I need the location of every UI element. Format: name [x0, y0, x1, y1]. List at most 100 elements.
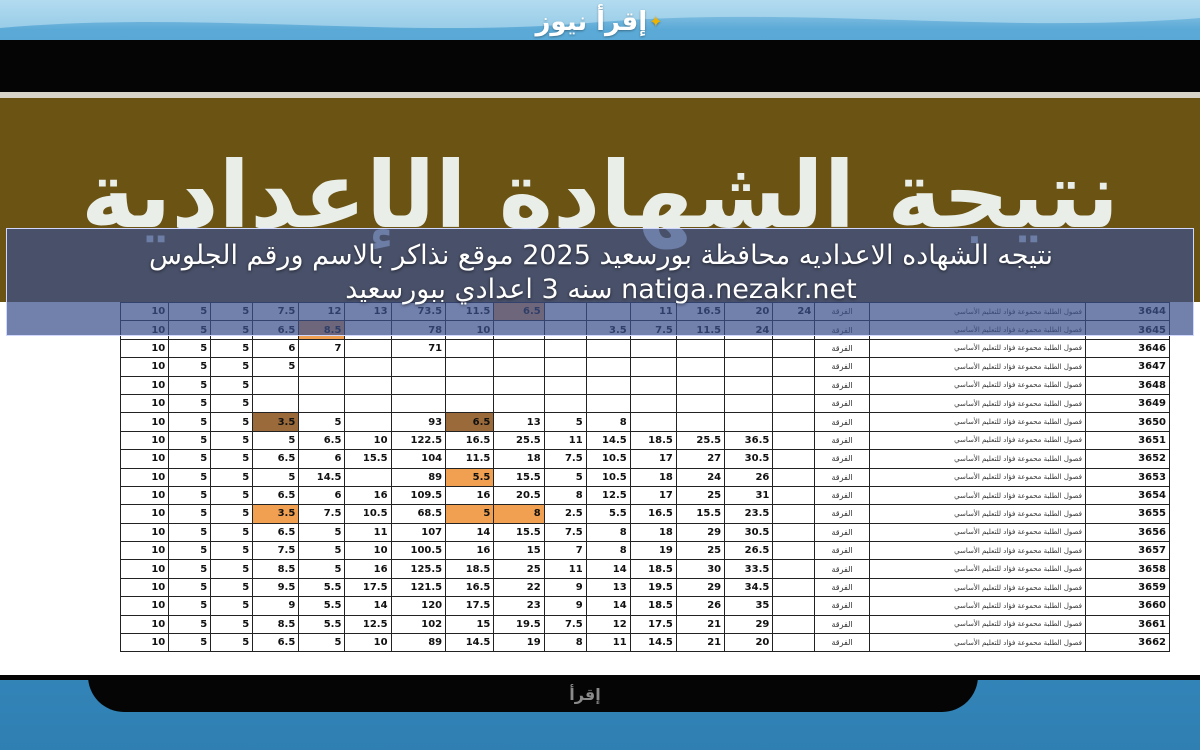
grade-cell: 5	[168, 522, 212, 543]
grade-cell: 89	[390, 633, 447, 653]
class-type-cell: الفرقة	[814, 633, 870, 653]
grade-cell: 102	[390, 614, 447, 635]
school-name-cell: فصول الطلبة محموعة فؤاد للتعليم الأساسي	[868, 577, 1086, 598]
table-row: 10 5 5 8.5 5.5 12.5 102 15 19.5 7.5 12 17.5 21 29 الفر…	[120, 614, 1170, 635]
grade-cell: 2.5	[543, 504, 587, 524]
grade-cell: 24	[675, 467, 726, 487]
grade-cell: 16.5	[629, 504, 677, 524]
grade-cell: 14	[344, 596, 392, 616]
seat-number-cell: 3653	[1084, 467, 1170, 487]
grade-cell: 23.5	[724, 504, 774, 524]
grade-cell: 5	[298, 541, 346, 561]
grade-cell: 5.5	[298, 596, 346, 616]
grade-cell: 5	[298, 559, 346, 579]
grade-cell: 5	[168, 412, 212, 432]
table-row: 10 5 5 9.5 5.5 17.5 121.5 16.5 22 9 13 19.5 29 34.5 ال…	[120, 577, 1170, 598]
grade-cell: 18.5	[629, 559, 677, 579]
grade-cell: 5	[210, 393, 254, 414]
grade-cell: 5	[210, 338, 254, 359]
grade-cell: 5.5	[585, 504, 631, 524]
class-type-cell: الفرقة	[814, 412, 870, 432]
grade-cell: 10	[120, 541, 170, 561]
grade-cell: 14	[585, 559, 631, 579]
grade-cell	[772, 614, 816, 635]
grade-cell: 5	[168, 393, 212, 414]
grade-cell: 25.5	[675, 430, 726, 451]
site-logo-text: إقرأ نيوز	[535, 7, 648, 37]
grade-cell	[772, 596, 816, 616]
grade-cell: 15.5	[344, 449, 392, 469]
grade-cell: 19.5	[629, 577, 677, 598]
headline-text: نتيجه الشهاده الاعداديه محافظة بورسعيد 2…	[148, 240, 1054, 305]
grade-cell: 18	[493, 449, 545, 469]
grade-cell	[344, 375, 392, 395]
grade-cell: 29	[724, 614, 774, 635]
seat-number-cell: 3646	[1084, 338, 1170, 359]
grade-cell: 19	[493, 633, 545, 653]
grade-cell: 25	[675, 541, 726, 561]
school-name-cell: فصول الطلبة محموعة فؤاد للتعليم الأساسي	[868, 375, 1086, 395]
grade-cell: 13	[585, 577, 631, 598]
grade-cell: 7	[543, 541, 587, 561]
class-type-cell: الفرقة	[814, 577, 870, 598]
grade-cell: 10	[344, 541, 392, 561]
grade-cell: 10	[120, 430, 170, 451]
class-type-cell: الفرقة	[814, 559, 870, 579]
grade-cell: 7.5	[298, 504, 346, 524]
table-row: 10 5 5 5 14.5 89 5.5 15.5 5 10.5 18 24 26 الفرقة فصول …	[120, 467, 1170, 487]
grade-cell: 29	[675, 577, 726, 598]
grade-cell: 8	[543, 633, 587, 653]
grade-cell: 6	[252, 338, 300, 359]
grade-cell: 16	[445, 541, 495, 561]
grade-cell	[772, 541, 816, 561]
school-name-cell: فصول الطلبة محموعة فؤاد للتعليم الأساسي	[868, 449, 1086, 469]
school-name-cell: فصول الطلبة محموعة فؤاد للتعليم الأساسي	[868, 357, 1086, 377]
grade-cell: 10	[120, 338, 170, 359]
grade-cell	[629, 338, 677, 359]
grade-cell	[493, 357, 545, 377]
school-name-cell: فصول الطلبة محموعة فؤاد للتعليم الأساسي	[868, 338, 1086, 359]
grade-cell	[344, 357, 392, 377]
grade-cell: 20.5	[493, 485, 545, 506]
grade-cell: 21	[675, 633, 726, 653]
seat-number-cell: 3651	[1084, 430, 1170, 451]
class-type-cell: الفرقة	[814, 357, 870, 377]
school-name-cell: فصول الطلبة محموعة فؤاد للتعليم الأساسي	[868, 393, 1086, 414]
grade-cell	[772, 430, 816, 451]
grade-cell: 8	[543, 485, 587, 506]
table-row: 10 5 5 الفرقة فصول الطلبة محموعة فؤاد للتعلي…	[120, 375, 1170, 395]
grade-cell	[298, 357, 346, 377]
class-type-cell: الفرقة	[814, 467, 870, 487]
grade-cell: 9	[252, 596, 300, 616]
grade-cell: 109.5	[390, 485, 447, 506]
grade-cell: 6	[298, 449, 346, 469]
table-row: 10 5 5 3.5 5 93 6.5 13 5 8 الفرقة فصول الطلبة محموع…	[120, 412, 1170, 432]
grade-cell: 5	[543, 467, 587, 487]
site-logo[interactable]: ✦إقرأ نيوز	[0, 2, 1200, 42]
grade-cell: 15.5	[493, 522, 545, 543]
grade-cell: 20	[724, 633, 774, 653]
grade-cell: 5	[298, 633, 346, 653]
grade-cell	[772, 467, 816, 487]
class-type-cell: الفرقة	[814, 485, 870, 506]
grade-cell: 18.5	[445, 559, 495, 579]
school-name-cell: فصول الطلبة محموعة فؤاد للتعليم الأساسي	[868, 614, 1086, 635]
grade-cell: 6.5	[252, 449, 300, 469]
grade-cell	[772, 338, 816, 359]
grade-cell	[724, 375, 774, 395]
grade-cell	[543, 375, 587, 395]
grade-cell: 3.5	[252, 504, 300, 524]
grade-cell: 17	[629, 449, 677, 469]
grade-cell	[629, 412, 677, 432]
grade-cell: 5	[298, 412, 346, 432]
grade-cell	[724, 357, 774, 377]
headline-overlay[interactable]: نتيجه الشهاده الاعداديه محافظة بورسعيد 2…	[6, 228, 1194, 336]
grade-cell: 125.5	[390, 559, 447, 579]
results-table-container: 10557.5121373.511.56.51116.52024الفرقةفص…	[120, 302, 1170, 675]
school-name-cell: فصول الطلبة محموعة فؤاد للتعليم الأساسي	[868, 430, 1086, 451]
grade-cell: 17	[629, 485, 677, 506]
grade-cell	[252, 393, 300, 414]
grade-cell: 6.5	[445, 412, 495, 432]
grade-cell	[252, 375, 300, 395]
school-name-cell: فصول الطلبة محموعة فؤاد للتعليم الأساسي	[868, 485, 1086, 506]
